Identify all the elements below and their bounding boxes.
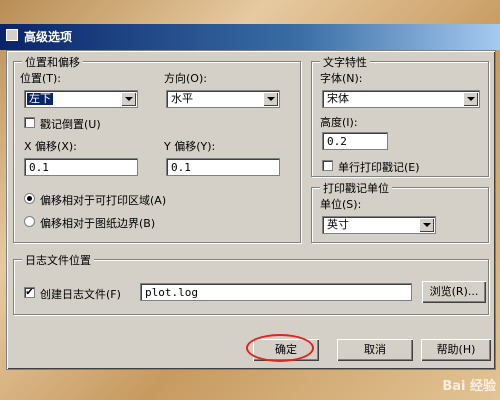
invert-stamp-checkbox[interactable] [24, 117, 35, 128]
radio-printable-area[interactable] [24, 193, 35, 204]
advanced-options-dialog: 位置和偏移 位置(T): 左下 方向(O): 水平 戳记倒置(U) X 偏移(X… [6, 50, 496, 370]
help-button[interactable]: 帮助(H) [421, 339, 491, 361]
window-icon [6, 29, 18, 41]
x-offset-label: X 偏移(X): [24, 140, 77, 153]
log-file-group: 日志文件位置 ✔ 创建日志文件(F) plot.log 浏览(R)... [13, 252, 489, 315]
log-file-group-title: 日志文件位置 [22, 252, 94, 268]
create-log-checkbox[interactable]: ✔ [24, 287, 35, 298]
title-bar: 高级选项 [0, 24, 500, 50]
red-highlight-circle [246, 334, 314, 362]
height-input[interactable]: 0.2 [322, 132, 388, 150]
units-label: 单位(S): [320, 198, 362, 211]
units-select[interactable]: 英寸 [322, 216, 436, 234]
y-offset-input[interactable]: 0.1 [166, 158, 280, 176]
radio-printable-area-label: 偏移相对于可打印区域(A) [40, 194, 167, 207]
radio-paper-border[interactable] [24, 216, 35, 227]
position-select-value: 左下 [27, 92, 53, 105]
font-select-value: 宋体 [327, 92, 349, 105]
y-offset-label: Y 偏移(Y): [164, 140, 216, 153]
direction-label: 方向(O): [164, 72, 207, 85]
position-offset-group-title: 位置和偏移 [22, 54, 83, 70]
direction-select-value: 水平 [171, 92, 193, 105]
x-offset-input[interactable]: 0.1 [24, 158, 138, 176]
browse-button[interactable]: 浏览(R)... [422, 281, 486, 303]
chevron-down-icon[interactable] [121, 92, 136, 106]
cancel-button[interactable]: 取消 [337, 339, 413, 361]
radio-paper-border-label: 偏移相对于图纸边界(B) [40, 217, 156, 230]
chevron-down-icon[interactable] [263, 92, 278, 106]
position-offset-group: 位置和偏移 位置(T): 左下 方向(O): 水平 戳记倒置(U) X 偏移(X… [13, 54, 301, 243]
height-label: 高度(I): [320, 116, 358, 129]
text-properties-group-title: 文字特性 [320, 54, 370, 70]
watermark: Bai 经验 [442, 379, 496, 394]
position-select[interactable]: 左下 [24, 90, 138, 108]
chevron-down-icon[interactable] [463, 92, 478, 106]
position-label: 位置(T): [20, 72, 62, 85]
invert-stamp-label: 戳记倒置(U) [40, 118, 101, 131]
font-select[interactable]: 宋体 [322, 90, 480, 108]
direction-select[interactable]: 水平 [166, 90, 280, 108]
font-label: 字体(N): [320, 72, 363, 85]
window-title: 高级选项 [24, 30, 73, 44]
create-log-label: 创建日志文件(F) [40, 288, 121, 301]
stamp-units-group: 打印戳记单位 单位(S): 英寸 [311, 180, 489, 243]
single-line-label: 单行打印戳记(E) [338, 161, 420, 174]
text-properties-group: 文字特性 字体(N): 宋体 高度(I): 0.2 单行打印戳记(E) [311, 54, 489, 177]
stamp-units-group-title: 打印戳记单位 [320, 180, 392, 196]
chevron-down-icon[interactable] [419, 218, 434, 232]
units-select-value: 英寸 [327, 218, 349, 231]
single-line-checkbox[interactable] [322, 160, 333, 171]
log-file-input[interactable]: plot.log [140, 283, 412, 301]
